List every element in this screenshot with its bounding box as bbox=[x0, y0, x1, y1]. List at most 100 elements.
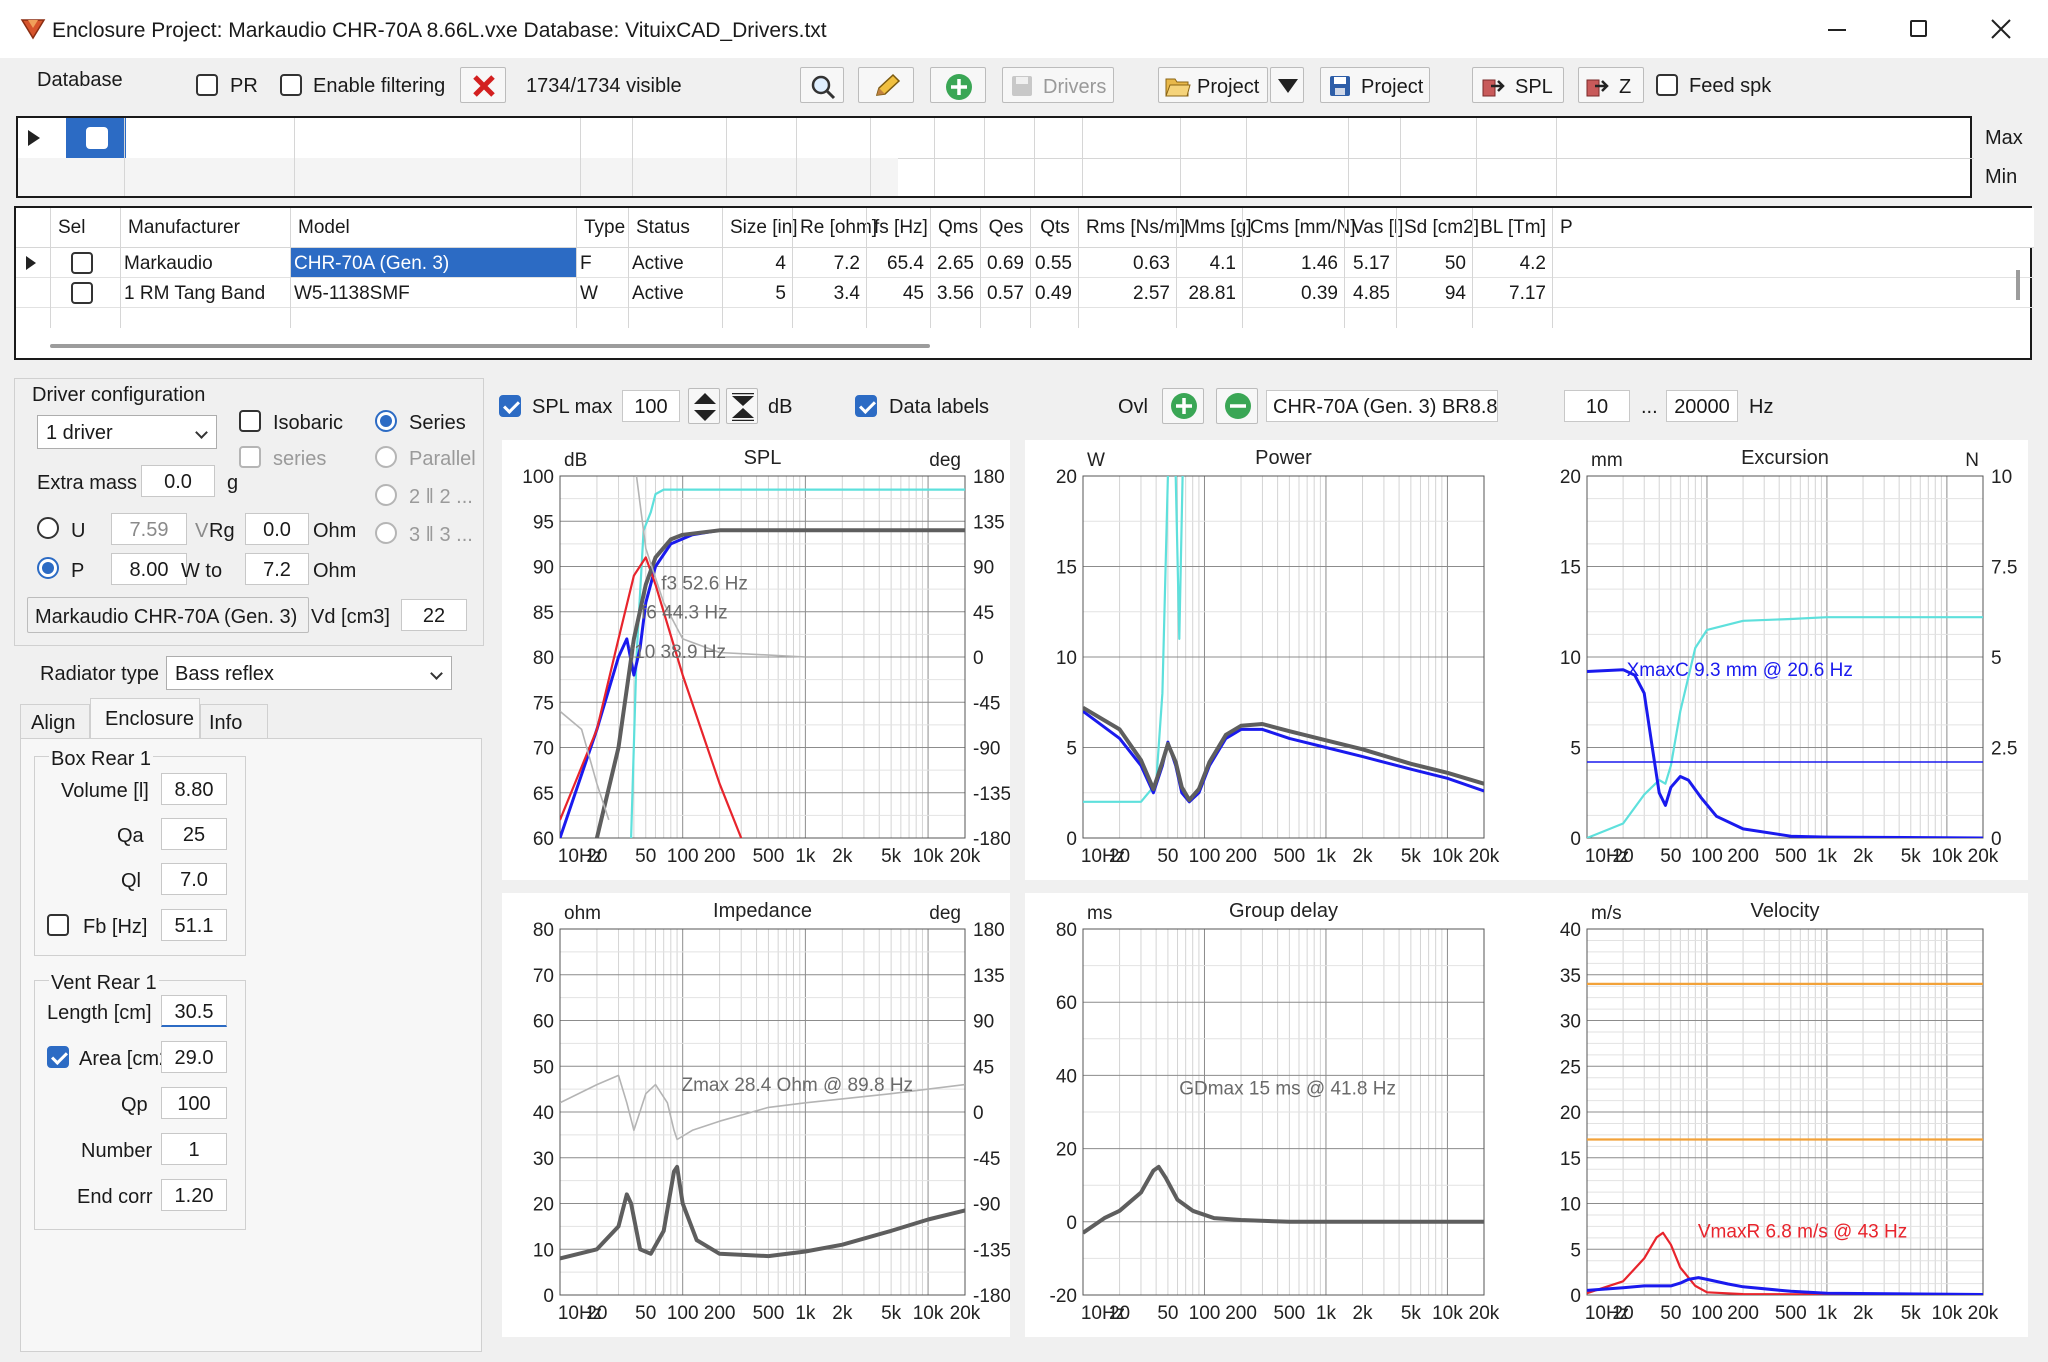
filter-sel-cell[interactable] bbox=[66, 118, 126, 158]
maximize-button[interactable] bbox=[1878, 6, 1958, 52]
series-sub-checkbox[interactable] bbox=[239, 446, 261, 468]
column-header[interactable]: Qms bbox=[938, 217, 978, 239]
p-label: P bbox=[71, 560, 85, 582]
spl-max-input[interactable]: 100 bbox=[622, 390, 680, 422]
y-tick-label: 20 bbox=[1056, 1140, 1077, 1161]
feed-spk-checkbox[interactable] bbox=[1656, 74, 1678, 96]
search-button[interactable] bbox=[800, 67, 844, 103]
column-header[interactable]: Vas [l] bbox=[1352, 217, 1403, 239]
enable-filtering-checkbox[interactable] bbox=[280, 74, 302, 96]
tab-info[interactable]: Info bbox=[200, 704, 268, 738]
fb-checkbox[interactable] bbox=[47, 914, 69, 936]
spl-max-checkbox[interactable] bbox=[499, 395, 521, 417]
project-dropdown-button[interactable] bbox=[1270, 67, 1304, 103]
column-header[interactable]: Size [in] bbox=[730, 217, 798, 239]
x-tick-label: 100 bbox=[1691, 1303, 1723, 1324]
column-header[interactable]: BL [Tm] bbox=[1480, 217, 1546, 239]
data-labels-checkbox[interactable] bbox=[855, 395, 877, 417]
opt-33-radio[interactable] bbox=[375, 522, 397, 544]
tab-align[interactable]: Align bbox=[20, 704, 90, 738]
u-input[interactable]: 7.59 bbox=[111, 513, 187, 545]
column-header[interactable]: Type bbox=[584, 217, 625, 239]
p-input[interactable]: 8.00 bbox=[111, 553, 187, 585]
table-row[interactable]: 1 RM Tang Band W5-1138SMF W Active 5 3.4 45 3.5… bbox=[16, 278, 2034, 308]
column-header[interactable]: Model bbox=[298, 217, 570, 239]
x-tick-label: 100 bbox=[667, 1303, 699, 1324]
overlay-remove-button[interactable] bbox=[1216, 388, 1258, 424]
driver-count-select[interactable]: 1 driver bbox=[37, 415, 217, 449]
tab-enclosure[interactable]: Enclosure bbox=[90, 698, 200, 738]
table-cell: 0.55 bbox=[1035, 253, 1072, 274]
column-header[interactable]: fs [Hz] bbox=[874, 217, 928, 239]
column-header[interactable]: Sel bbox=[58, 217, 114, 239]
series-radio[interactable] bbox=[375, 410, 397, 432]
y-tick-label: 80 bbox=[1056, 920, 1077, 941]
p-radio[interactable] bbox=[37, 557, 59, 579]
edit-button[interactable] bbox=[858, 67, 914, 103]
x-tick-label: 500 bbox=[1274, 1303, 1306, 1324]
column-header[interactable]: Qts bbox=[1038, 217, 1072, 239]
ql-label: Ql bbox=[121, 870, 141, 892]
project-save-button[interactable]: Project bbox=[1320, 67, 1430, 103]
y2-axis-label: deg bbox=[929, 903, 961, 924]
driver-name-button[interactable]: Markaudio CHR-70A (Gen. 3) bbox=[27, 597, 309, 633]
column-header[interactable]: P bbox=[1560, 217, 2028, 239]
freq-max-input[interactable]: 20000 bbox=[1666, 390, 1738, 422]
qp-input[interactable]: 100 bbox=[161, 1087, 227, 1119]
z-export-button[interactable]: Z bbox=[1578, 67, 1644, 103]
length-input[interactable]: 30.5 bbox=[161, 995, 227, 1027]
column-header[interactable]: Qes bbox=[988, 217, 1024, 239]
column-header[interactable]: Re [ohm] bbox=[800, 217, 877, 239]
project-open-button[interactable]: Project bbox=[1158, 67, 1268, 103]
close-button[interactable] bbox=[1960, 6, 2040, 52]
vertical-scrollbar[interactable] bbox=[2016, 270, 2020, 300]
clear-filter-button[interactable] bbox=[460, 67, 506, 103]
y-axis-label: W bbox=[1087, 450, 1105, 471]
number-input[interactable]: 1 bbox=[161, 1133, 227, 1165]
spl-collapse-button[interactable] bbox=[726, 388, 758, 424]
overlay-name-input[interactable]: CHR-70A (Gen. 3) BR8.80 bbox=[1266, 390, 1498, 422]
u-radio[interactable] bbox=[37, 517, 59, 539]
ql-input[interactable]: 7.0 bbox=[161, 863, 227, 895]
radiator-type-select[interactable]: Bass reflex bbox=[166, 656, 452, 690]
opt-22-radio[interactable] bbox=[375, 484, 397, 506]
vd-input[interactable]: 22 bbox=[401, 599, 467, 631]
y-tick-label: 80 bbox=[533, 920, 554, 941]
isobaric-checkbox[interactable] bbox=[239, 410, 261, 432]
parallel-radio[interactable] bbox=[375, 446, 397, 468]
area-input[interactable]: 29.0 bbox=[161, 1041, 227, 1073]
filter-sel-checkbox[interactable] bbox=[86, 127, 108, 149]
pr-checkbox[interactable] bbox=[196, 74, 218, 96]
rg-input[interactable]: 0.0 bbox=[245, 513, 309, 545]
w-to-input[interactable]: 7.2 bbox=[245, 553, 309, 585]
area-label: Area [cm2 bbox=[79, 1048, 171, 1070]
drivers-button[interactable]: Drivers bbox=[1002, 67, 1114, 103]
enable-filtering-label: Enable filtering bbox=[313, 75, 446, 97]
column-header[interactable]: Sd [cm2] bbox=[1404, 217, 1479, 239]
column-header[interactable]: Manufacturer bbox=[128, 217, 284, 239]
y-axis-label: mm bbox=[1591, 450, 1623, 471]
spl-updown-button[interactable] bbox=[688, 388, 720, 424]
radiator-type-label: Radiator type bbox=[40, 663, 159, 685]
column-header[interactable]: Mms [g] bbox=[1184, 217, 1252, 239]
fb-input[interactable]: 51.1 bbox=[161, 909, 227, 941]
row-select-checkbox[interactable] bbox=[71, 282, 93, 304]
column-header[interactable]: Rms [Ns/m] bbox=[1086, 217, 1185, 239]
volume-input[interactable]: 8.80 bbox=[161, 773, 227, 805]
overlay-add-button[interactable] bbox=[1162, 388, 1204, 424]
area-checkbox[interactable] bbox=[47, 1046, 69, 1068]
extra-mass-input[interactable]: 0.0 bbox=[141, 465, 215, 497]
spl-export-button[interactable]: SPL bbox=[1472, 67, 1564, 103]
column-header[interactable]: Cms [mm/N] bbox=[1250, 217, 1356, 239]
freq-min-input[interactable]: 10 bbox=[1564, 390, 1630, 422]
end-corr-input[interactable]: 1.20 bbox=[161, 1179, 227, 1211]
qa-input[interactable]: 25 bbox=[161, 818, 227, 850]
add-button[interactable] bbox=[930, 67, 986, 103]
x-tick-label: 1k bbox=[1817, 1303, 1838, 1324]
horizontal-scrollbar[interactable] bbox=[50, 344, 930, 348]
box-rear-group: Box Rear 1 Volume [l] 8.80 Qa 25 Ql 7.0 … bbox=[34, 749, 246, 956]
column-header[interactable]: Status bbox=[636, 217, 716, 239]
table-row[interactable]: Markaudio CHR-70A (Gen. 3) F Active 4 7.2 65.4… bbox=[16, 248, 2034, 278]
row-select-checkbox[interactable] bbox=[71, 252, 93, 274]
minimize-button[interactable] bbox=[1796, 6, 1876, 52]
